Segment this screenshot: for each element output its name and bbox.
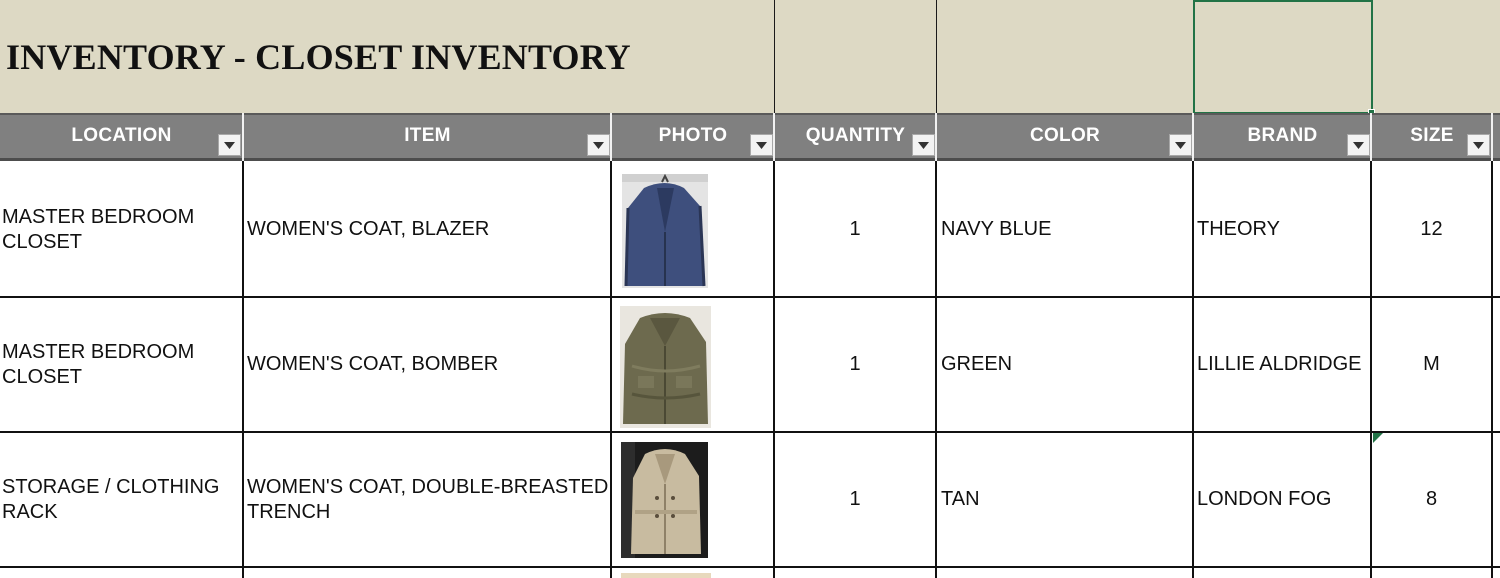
column-header-color[interactable]: COLOR [937, 113, 1193, 161]
header-separator [773, 113, 775, 161]
filter-dropdown-color[interactable] [1169, 134, 1192, 156]
size-cell[interactable]: M [1372, 298, 1491, 431]
navy-blazer-photo[interactable] [622, 174, 708, 288]
filter-dropdown-photo[interactable] [750, 134, 773, 156]
gridline [774, 0, 775, 113]
location-cell[interactable]: MASTER BEDROOM CLOSET [2, 298, 240, 431]
green-bomber-photo[interactable] [620, 306, 711, 428]
sheet-title: INVENTORY - CLOSET INVENTORY [6, 37, 631, 77]
header-separator [1370, 113, 1372, 161]
size-cell[interactable]: 12 [1372, 163, 1491, 296]
brand-cell[interactable]: LONDON FOG [1197, 433, 1369, 566]
chevron-down-icon [593, 141, 604, 149]
color-cell[interactable]: GREEN [941, 298, 1191, 431]
header-separator [242, 113, 244, 161]
filter-dropdown-size[interactable] [1467, 134, 1490, 156]
size-cell[interactable]: 8 [1372, 433, 1491, 566]
header-separator [935, 113, 937, 161]
chevron-down-icon [756, 141, 767, 149]
header-separator [610, 113, 612, 161]
chevron-down-icon [1353, 141, 1364, 149]
column-header-location[interactable]: LOCATION [0, 113, 243, 161]
gridline [936, 0, 937, 113]
chevron-down-icon [1175, 141, 1186, 149]
quantity-cell[interactable]: 1 [775, 163, 935, 296]
next-row-photo [621, 573, 711, 578]
tan-trench-photo[interactable] [621, 442, 708, 558]
header-separator [1192, 113, 1194, 161]
selected-cell[interactable] [1193, 0, 1373, 114]
filter-dropdown-quantity[interactable] [912, 134, 935, 156]
gridline [1491, 161, 1493, 578]
location-cell[interactable]: STORAGE / CLOTHING RACK [2, 433, 240, 566]
color-cell[interactable]: NAVY BLUE [941, 163, 1191, 296]
gridline [1192, 161, 1194, 578]
column-header-item[interactable]: ITEM [244, 113, 611, 161]
quantity-cell[interactable]: 1 [775, 298, 935, 431]
chevron-down-icon [918, 141, 929, 149]
filter-dropdown-item[interactable] [587, 134, 610, 156]
chevron-down-icon [224, 141, 235, 149]
item-cell[interactable]: WOMEN'S COAT, BLAZER [247, 163, 609, 296]
location-cell[interactable]: MASTER BEDROOM CLOSET [2, 163, 240, 296]
color-cell[interactable]: TAN [941, 433, 1191, 566]
quantity-cell[interactable]: 1 [775, 433, 935, 566]
chevron-down-icon [1473, 141, 1484, 149]
gridline [0, 566, 1500, 568]
comment-indicator[interactable] [1373, 433, 1383, 443]
column-header-brand[interactable]: BRAND [1194, 113, 1371, 161]
brand-cell[interactable]: THEORY [1197, 163, 1369, 296]
filter-dropdown-brand[interactable] [1347, 134, 1370, 156]
filter-dropdown-location[interactable] [218, 134, 241, 156]
item-cell[interactable]: WOMEN'S COAT, BOMBER [247, 298, 609, 431]
header-separator [1491, 113, 1493, 161]
gridline [242, 161, 244, 578]
brand-cell[interactable]: LILLIE ALDRIDGE [1197, 298, 1369, 431]
item-cell[interactable]: WOMEN'S COAT, DOUBLE-BREASTED TRENCH [247, 433, 609, 566]
gridline [935, 161, 937, 578]
gridline [610, 161, 612, 578]
